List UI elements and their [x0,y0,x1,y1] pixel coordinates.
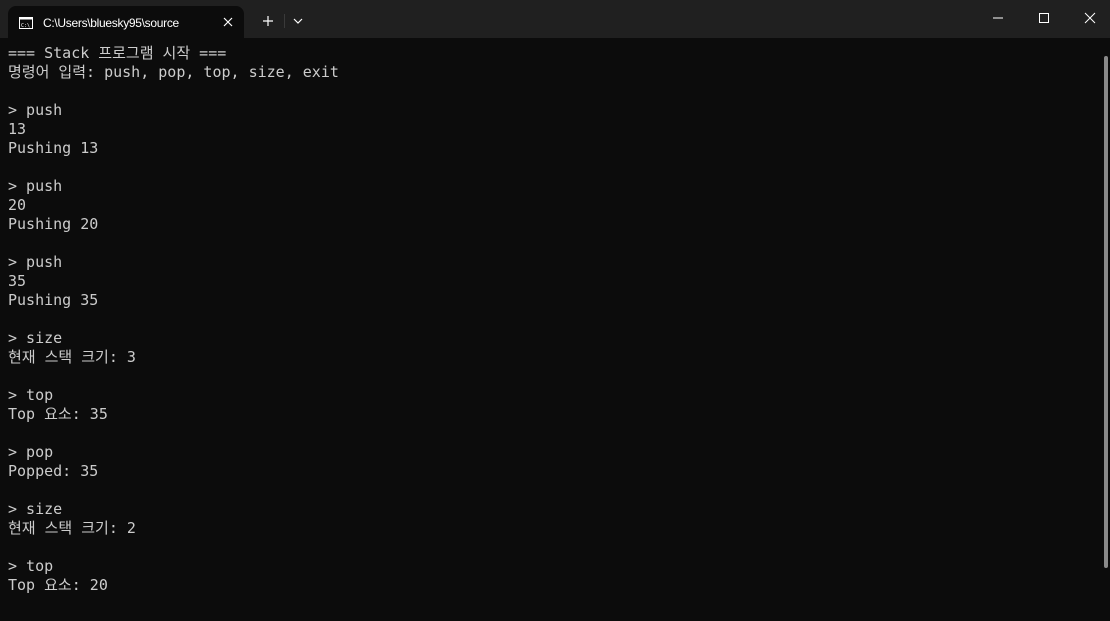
minimize-button[interactable] [975,0,1021,36]
terminal-line: > size [8,329,63,347]
terminal-line: > top [8,557,54,575]
terminal-line: > top [8,386,54,404]
maximize-icon [1039,13,1049,23]
close-icon[interactable] [219,13,237,31]
close-icon [1084,12,1096,24]
terminal-line: Top 요소: 20 [8,576,108,594]
tab-separator [284,14,285,28]
terminal-line: Pushing 20 [8,215,99,233]
terminal-line: 현재 스택 크기: 3 [8,348,136,366]
terminal-line: > push [8,101,63,119]
terminal-line: 35 [8,272,27,290]
terminal-line: === Stack 프로그램 시작 === [8,44,227,62]
maximize-button[interactable] [1021,0,1067,36]
terminal-window: C:\ C:\Users\bluesky95\source === Stack … [0,0,1110,621]
terminal-line: > pop [8,443,54,461]
terminal-line: Top 요소: 35 [8,405,108,423]
terminal-line: 현재 스택 크기: 2 [8,519,136,537]
terminal-line: Pushing 35 [8,291,99,309]
terminal-line: Popped: 35 [8,462,99,480]
terminal-line: 20 [8,196,27,214]
tab-terminal[interactable]: C:\ C:\Users\bluesky95\source [8,6,244,38]
chevron-down-icon[interactable] [290,13,306,29]
terminal-output[interactable]: === Stack 프로그램 시작 === 명령어 입력: push, pop, … [8,44,1088,618]
scrollbar[interactable] [1104,56,1108,568]
terminal-line: > size [8,500,63,518]
terminal-line: > push [8,177,63,195]
terminal-line: 13 [8,120,27,138]
plus-icon[interactable] [258,11,278,31]
terminal-icon: C:\ [19,16,33,29]
title-bar[interactable]: C:\ C:\Users\bluesky95\source [0,0,1110,38]
terminal-line: Pushing 13 [8,139,99,157]
terminal-line: > push [8,253,63,271]
tab-title: C:\Users\bluesky95\source [43,16,179,30]
minimize-icon [993,17,1003,19]
close-window-button[interactable] [1067,0,1110,36]
svg-text:C:\: C:\ [21,23,30,29]
terminal-line: 명령어 입력: push, pop, top, size, exit [8,63,339,81]
